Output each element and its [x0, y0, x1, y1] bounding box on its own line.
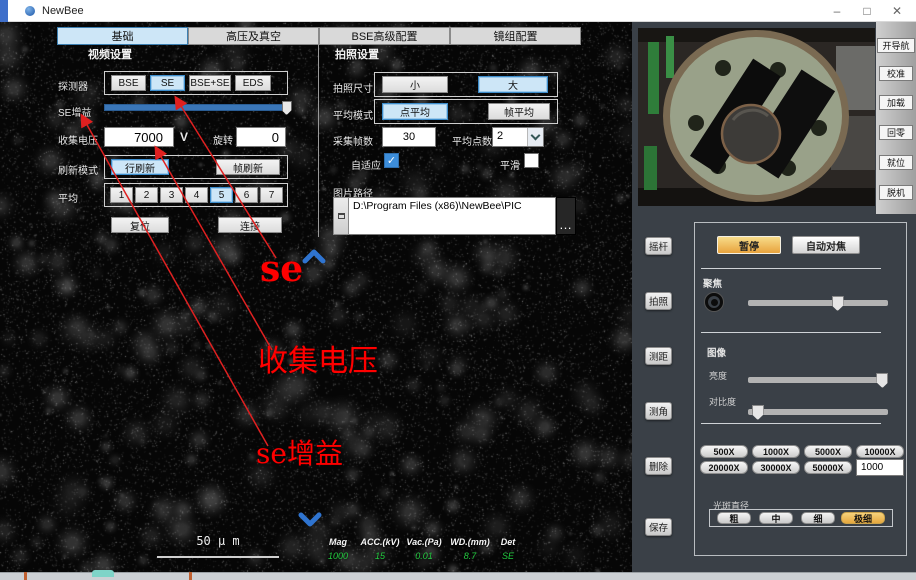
desktop-sliver [0, 0, 8, 22]
pause-button[interactable]: 暂停 [717, 236, 781, 254]
nav-load-button[interactable]: 加载 [879, 95, 913, 110]
arrow-gain [82, 116, 268, 446]
brightness-slider-thumb[interactable] [876, 373, 888, 388]
divider [701, 332, 881, 333]
status-det: Det SE [494, 537, 522, 561]
annotation-arrows [0, 22, 632, 572]
mag-20000x-button[interactable]: 20000X [700, 461, 748, 474]
status-label: Det [494, 537, 522, 547]
mag-30000x-button[interactable]: 30000X [752, 461, 800, 474]
mag-1000x-button[interactable]: 1000X [752, 445, 800, 458]
taskbar-tick [189, 572, 192, 580]
status-value: SE [494, 551, 522, 561]
focus-label: 聚焦 [703, 276, 722, 290]
status-wd: WD.(mm) 8.7 [444, 537, 496, 561]
image-section-label: 图像 [707, 345, 726, 359]
arrow-se [176, 98, 276, 258]
capture-button[interactable]: 拍照 [645, 292, 672, 310]
status-value: 0.01 [402, 551, 446, 561]
focus-slider-thumb[interactable] [832, 296, 844, 311]
mag-500x-button[interactable]: 500X [700, 445, 748, 458]
nav-home-button[interactable]: 回零 [879, 125, 913, 140]
spot-fine-button[interactable]: 细 [801, 512, 835, 524]
brightness-slider[interactable] [748, 377, 888, 383]
annotation-voltage: 收集电压 [258, 336, 378, 380]
control-panel: 暂停 自动对焦 聚焦 图像 亮度 对比度 500X 1000X 5000X 10… [694, 222, 907, 556]
title-bar [0, 0, 916, 22]
app-icon [25, 6, 35, 16]
arrow-voltage [156, 148, 272, 350]
window-title: NewBee [42, 5, 84, 17]
status-acc: ACC.(kV) 15 [356, 537, 404, 561]
spot-coarse-button[interactable]: 粗 [717, 512, 751, 524]
joystick-button[interactable]: 摇杆 [645, 237, 672, 255]
measure-angle-button[interactable]: 测角 [645, 402, 672, 420]
taskbar-tick [24, 572, 27, 580]
spot-ultrafine-button[interactable]: 极细 [841, 512, 885, 524]
brightness-label: 亮度 [709, 369, 727, 382]
chamber-camera-view [638, 28, 875, 206]
annotation-se: se [260, 248, 303, 290]
nav-in-position-button[interactable]: 就位 [879, 155, 913, 170]
contrast-slider-thumb[interactable] [752, 405, 764, 420]
status-vac: Vac.(Pa) 0.01 [402, 537, 446, 561]
divider [701, 423, 881, 424]
taskbar-artifact [92, 570, 114, 577]
taskbar-strip [0, 572, 916, 580]
status-label: ACC.(kV) [356, 537, 404, 547]
status-label: Vac.(Pa) [402, 537, 446, 547]
measure-distance-button[interactable]: 测距 [645, 347, 672, 365]
contrast-label: 对比度 [709, 395, 736, 408]
status-label: WD.(mm) [444, 537, 496, 547]
close-icon[interactable]: ✕ [882, 0, 912, 22]
save-button[interactable]: 保存 [645, 518, 672, 536]
divider [701, 268, 881, 269]
status-value: 1000 [320, 551, 356, 561]
nav-offline-button[interactable]: 脱机 [879, 185, 913, 200]
annotation-gain: se增益 [256, 432, 343, 472]
status-value: 15 [356, 551, 404, 561]
focus-target-icon [705, 293, 723, 311]
mag-10000x-button[interactable]: 10000X [856, 445, 904, 458]
scale-label: 50 μ m [157, 534, 279, 548]
mag-50000x-button[interactable]: 50000X [804, 461, 852, 474]
nav-open-navigation-button[interactable]: 开导航 [877, 38, 915, 53]
minimize-icon[interactable]: – [822, 0, 852, 22]
spot-medium-button[interactable]: 中 [759, 512, 793, 524]
mag-5000x-button[interactable]: 5000X [804, 445, 852, 458]
sem-viewport: 基础 高压及真空 BSE高级配置 镜组配置 视频设置 探测器 BSE SE BS… [0, 22, 632, 572]
status-label: Mag [320, 537, 356, 547]
delete-button[interactable]: 删除 [645, 457, 672, 475]
sidebar: 开导航 校准 加载 回零 就位 脱机 摇杆 拍照 测距 测角 删除 保存 暂停 … [632, 22, 916, 572]
status-value: 8.7 [444, 551, 496, 561]
autofocus-button[interactable]: 自动对焦 [792, 236, 860, 254]
mag-custom-input[interactable] [856, 459, 904, 476]
nav-calibrate-button[interactable]: 校准 [879, 66, 913, 81]
contrast-slider[interactable] [748, 409, 888, 415]
maximize-icon[interactable]: □ [852, 0, 882, 22]
scale-bar [157, 556, 279, 558]
status-mag: Mag 1000 [320, 537, 356, 561]
focus-slider[interactable] [748, 300, 888, 306]
